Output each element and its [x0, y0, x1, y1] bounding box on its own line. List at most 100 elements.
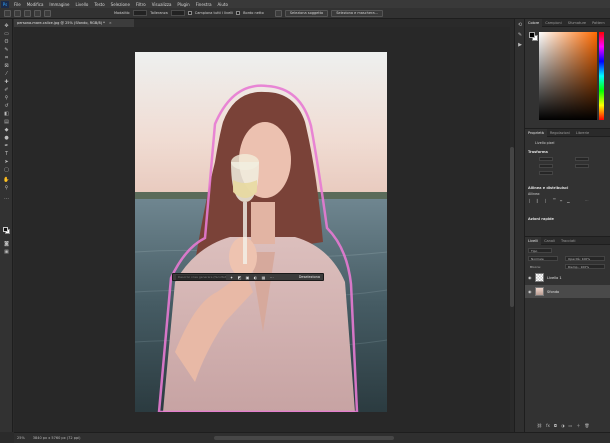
- tab-pattern[interactable]: Pattern: [589, 19, 608, 27]
- width-field[interactable]: [539, 157, 553, 161]
- tab-proprieta[interactable]: Proprietà: [525, 128, 547, 137]
- align-middle-icon[interactable]: ━: [560, 199, 564, 203]
- smooth-checkbox[interactable]: [236, 11, 241, 15]
- crop-tool-icon[interactable]: ⌗: [3, 55, 10, 61]
- menu-filtro[interactable]: Filtro: [133, 2, 149, 7]
- align-center-icon[interactable]: ┃: [536, 199, 540, 203]
- document-tab[interactable]: persona-mare-calice.jpg @ 25% (Sfondo, R…: [14, 19, 134, 27]
- rectangle-tool-icon[interactable]: ▢: [3, 167, 10, 173]
- close-tab-icon[interactable]: ×: [109, 21, 112, 25]
- sample-all-checkbox[interactable]: [187, 11, 192, 15]
- tolerance-input[interactable]: [170, 10, 185, 16]
- add-to-selection-icon[interactable]: [34, 9, 41, 17]
- gradient-tool-icon[interactable]: ▤: [3, 119, 10, 125]
- history-brush-tool-icon[interactable]: ↺: [3, 103, 10, 109]
- adjustment-layer-icon[interactable]: ◑: [561, 423, 565, 429]
- generative-prompt-input[interactable]: Descrivi cosa generare (facoltativo): [176, 274, 226, 280]
- tab-campioni[interactable]: Campioni: [542, 19, 565, 27]
- lasso-tool-icon[interactable]: ʘ: [3, 39, 10, 45]
- move-tool-icon[interactable]: ✥: [3, 23, 10, 29]
- quick-selection-tool-preset-icon[interactable]: [14, 9, 21, 17]
- add-mask-icon[interactable]: ◘: [554, 423, 557, 429]
- frame-tool-icon[interactable]: ⊠: [3, 63, 10, 69]
- document-image[interactable]: [135, 52, 387, 412]
- tab-colore[interactable]: Colore: [525, 18, 543, 27]
- tab-tracciati[interactable]: Tracciati: [558, 237, 579, 245]
- menu-livello[interactable]: Livello: [73, 2, 92, 7]
- zoom-level[interactable]: 25%: [17, 436, 25, 440]
- eraser-tool-icon[interactable]: ◧: [3, 111, 10, 117]
- invert-selection-icon[interactable]: ◐: [253, 275, 258, 280]
- angle-field[interactable]: [539, 171, 553, 175]
- path-selection-tool-icon[interactable]: ➤: [3, 159, 10, 165]
- menu-modifica[interactable]: Modifica: [24, 2, 47, 7]
- quick-mask-icon[interactable]: ◙: [3, 241, 10, 247]
- canvas-area[interactable]: Descrivi cosa generare (facoltativo) ✦ ◩…: [14, 27, 514, 432]
- clone-stamp-tool-icon[interactable]: ⚲: [3, 95, 10, 101]
- pen-tool-icon[interactable]: ✒: [3, 143, 10, 149]
- new-selection-icon[interactable]: [24, 9, 31, 17]
- type-tool-icon[interactable]: T: [3, 151, 10, 157]
- more-tools-icon[interactable]: …: [3, 195, 10, 201]
- menu-immagine[interactable]: Immagine: [46, 2, 72, 7]
- fill-field[interactable]: Riemp.: 100%: [565, 264, 605, 269]
- delete-layer-icon[interactable]: 🗑: [584, 423, 589, 429]
- hue-slider[interactable]: [599, 32, 604, 120]
- tab-regolazioni[interactable]: Regolazioni: [547, 129, 573, 137]
- link-layers-icon[interactable]: ⛓: [537, 423, 542, 429]
- generate-icon[interactable]: ✦: [229, 275, 234, 280]
- align-bottom-icon[interactable]: ▁: [567, 199, 571, 203]
- quick-selection-tool-icon[interactable]: ✎: [3, 47, 10, 53]
- align-left-icon[interactable]: ▏: [529, 199, 533, 203]
- distribute-icon[interactable]: ⋯: [585, 199, 589, 203]
- transform-header[interactable]: Trasforma: [528, 150, 548, 154]
- select-subject-button[interactable]: Seleziona soggetto: [284, 9, 329, 17]
- menu-plugin[interactable]: Plugin: [174, 2, 192, 7]
- tab-librerie[interactable]: Librerie: [573, 129, 592, 137]
- align-header[interactable]: Allinea e distribuisci: [528, 186, 568, 190]
- visibility-eye-icon[interactable]: ◉: [528, 275, 532, 280]
- y-field[interactable]: [575, 164, 589, 168]
- align-top-icon[interactable]: ▔: [553, 199, 557, 203]
- menu-testo[interactable]: Testo: [91, 2, 107, 7]
- new-layer-icon[interactable]: ＋: [576, 423, 580, 429]
- menu-aiuto[interactable]: Aiuto: [215, 2, 231, 7]
- layer-style-icon[interactable]: fx: [546, 423, 550, 429]
- more-options-icon[interactable]: ⋯: [269, 275, 274, 280]
- quick-actions-header[interactable]: Azioni rapide: [528, 217, 554, 221]
- menu-file[interactable]: File: [11, 2, 24, 7]
- horizontal-scroll-thumb[interactable]: [214, 436, 394, 440]
- eyedropper-tool-icon[interactable]: ⁄: [3, 71, 10, 77]
- brush-settings-icon[interactable]: [274, 9, 282, 17]
- actions-panel-icon[interactable]: ▶: [517, 43, 523, 48]
- spot-healing-tool-icon[interactable]: ✚: [3, 79, 10, 85]
- hand-tool-icon[interactable]: ✋: [3, 177, 10, 183]
- fill-icon[interactable]: ▦: [261, 275, 266, 280]
- artboard-tool-icon[interactable]: ▭: [3, 31, 10, 37]
- layer-row[interactable]: ◉ Sfondo: [525, 285, 610, 298]
- tab-sfumature[interactable]: Sfumature: [565, 19, 589, 27]
- menu-selezione[interactable]: Selezione: [108, 2, 133, 7]
- color-picker-field[interactable]: [539, 32, 597, 120]
- brush-tool-icon[interactable]: ✐: [3, 87, 10, 93]
- tab-livelli[interactable]: Livelli: [525, 236, 542, 245]
- screen-mode-icon[interactable]: ▣: [3, 249, 10, 255]
- layer-filter-select[interactable]: Tipo: [528, 248, 552, 253]
- align-right-icon[interactable]: ▕: [543, 199, 547, 203]
- height-field[interactable]: [575, 157, 589, 161]
- select-and-mask-button[interactable]: Seleziona e maschera...: [331, 9, 383, 17]
- modify-selection-icon[interactable]: ◩: [237, 275, 242, 280]
- layer-row[interactable]: ◉ Livello 1: [525, 271, 610, 284]
- history-panel-icon[interactable]: ⟲: [517, 23, 523, 28]
- home-icon[interactable]: [4, 9, 11, 17]
- dodge-tool-icon[interactable]: ●: [3, 135, 10, 141]
- menu-visualizza[interactable]: Visualizza: [149, 2, 175, 7]
- x-field[interactable]: [539, 164, 553, 168]
- new-group-icon[interactable]: ▭: [569, 423, 573, 429]
- blend-mode-select[interactable]: Normale: [528, 256, 558, 261]
- brushes-panel-icon[interactable]: ✎: [517, 33, 523, 38]
- menu-finestra[interactable]: Finestra: [193, 2, 215, 7]
- sample-select[interactable]: [133, 10, 148, 16]
- subtract-selection-icon[interactable]: [44, 9, 51, 17]
- foreground-color-swatch[interactable]: [3, 227, 8, 232]
